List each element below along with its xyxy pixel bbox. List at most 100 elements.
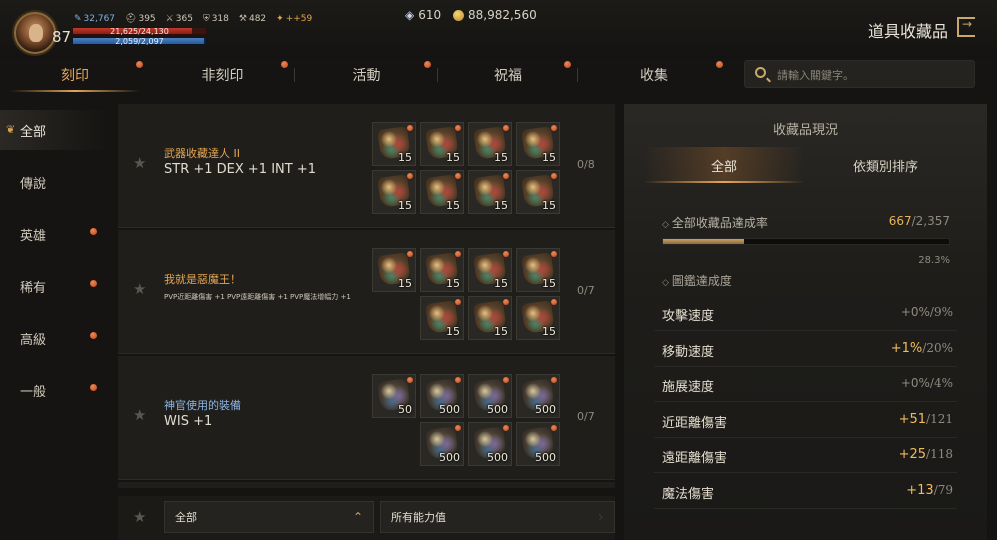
favorite-star-icon[interactable]: ★ bbox=[133, 280, 146, 298]
tab-4[interactable]: 祝福 bbox=[438, 58, 578, 92]
codex-stat-name: 魔法傷害 bbox=[662, 486, 715, 502]
collection-item-slot[interactable]: 15 bbox=[420, 122, 464, 166]
collection-row[interactable]: ★ 我就是惡魔王！ PVP近距離傷害 +1 PVP遠距離傷害 +1 PVP魔法增幅力… bbox=[118, 230, 615, 354]
codex-stat-max: /4% bbox=[929, 376, 953, 390]
exit-icon[interactable] bbox=[957, 17, 975, 37]
codex-stat-row: 魔法傷害 +13/79 bbox=[654, 474, 957, 509]
collection-item-slot[interactable]: 500 bbox=[516, 422, 560, 466]
status-tab-label: 依類別排序 bbox=[852, 159, 918, 175]
codex-stat-max: /79 bbox=[933, 482, 953, 497]
sword-icon: ⚔ bbox=[165, 14, 174, 24]
favorite-star-icon[interactable]: ★ bbox=[133, 154, 146, 172]
status-tab-all[interactable]: 全部 bbox=[644, 147, 804, 183]
notification-dot bbox=[281, 61, 288, 68]
collection-item-slot[interactable]: 15 bbox=[468, 122, 512, 166]
stat-item: ⚒ 482 bbox=[239, 14, 266, 24]
notification-dot bbox=[551, 173, 557, 179]
tab-5[interactable]: 收集 bbox=[578, 58, 730, 92]
sidebar-item-1[interactable]: ❦ 全部 bbox=[0, 110, 108, 150]
tab-2[interactable]: 非刻印 bbox=[150, 58, 295, 92]
grade-filter-dropdown[interactable]: 全部 ⌃ bbox=[164, 501, 374, 533]
item-count: 500 bbox=[439, 451, 460, 464]
tab-label: 非刻印 bbox=[201, 68, 244, 84]
collection-item-slot[interactable]: 15 bbox=[468, 170, 512, 214]
mp-text: 2,059/2,097 bbox=[115, 37, 164, 46]
favorite-star-icon[interactable]: ★ bbox=[133, 406, 146, 424]
helmet-icon: ⛑ bbox=[125, 14, 137, 24]
collection-item-slot[interactable]: 15 bbox=[420, 170, 464, 214]
codex-stat-row: 移動速度 +1%/20% bbox=[654, 332, 957, 367]
collection-item-slot[interactable]: 15 bbox=[372, 248, 416, 292]
collection-item-slot[interactable]: 15 bbox=[516, 170, 560, 214]
collection-row[interactable]: ★ 武器收藏達人 II STR +1 DEX +1 INT +1 0/8 15 15 15 1… bbox=[118, 104, 615, 228]
collection-item-slot[interactable]: 15 bbox=[372, 122, 416, 166]
sidebar-item-3[interactable]: 英雄 bbox=[0, 214, 108, 254]
codex-stat-current: +13 bbox=[906, 482, 934, 498]
status-tab-by-category[interactable]: 依類別排序 bbox=[804, 147, 967, 183]
sidebar-item-label: 一般 bbox=[20, 384, 47, 400]
notification-dot bbox=[564, 61, 571, 68]
sidebar-item-2[interactable]: 傳說 bbox=[0, 162, 108, 202]
sidebar-item-4[interactable]: 稀有 bbox=[0, 266, 108, 306]
character-portrait[interactable] bbox=[14, 12, 56, 54]
item-count: 15 bbox=[398, 151, 412, 164]
notification-dot bbox=[716, 61, 723, 68]
stat-value: 365 bbox=[175, 14, 193, 24]
search-box[interactable] bbox=[744, 60, 975, 88]
collection-progress: 0/7 bbox=[577, 410, 595, 423]
codex-stat-value: +51/121 bbox=[899, 412, 953, 427]
collection-item-slot[interactable]: 15 bbox=[372, 170, 416, 214]
grade-filter-value: 全部 bbox=[175, 511, 197, 524]
notification-dot bbox=[551, 125, 557, 131]
ability-filter-dropdown[interactable]: 所有能力值 › bbox=[380, 501, 615, 533]
collection-item-slot[interactable]: 500 bbox=[420, 374, 464, 418]
sidebar-item-5[interactable]: 高級 bbox=[0, 318, 108, 358]
collection-title: 我就是惡魔王！ bbox=[164, 273, 241, 286]
sidebar-item-6[interactable]: 一般 bbox=[0, 370, 108, 410]
notification-dot bbox=[455, 299, 461, 305]
collection-bonus: WIS +1 bbox=[164, 414, 213, 429]
collection-item-slot[interactable]: 15 bbox=[468, 296, 512, 340]
shield-icon: ⛨ bbox=[202, 14, 210, 24]
collection-item-slot[interactable]: 15 bbox=[516, 296, 560, 340]
collection-row-partial[interactable] bbox=[118, 482, 615, 488]
collection-item-slot[interactable]: 15 bbox=[420, 296, 464, 340]
chevron-up-icon: ⌃ bbox=[352, 510, 363, 524]
collection-item-slot[interactable]: 500 bbox=[516, 374, 560, 418]
codex-stat-name: 攻擊速度 bbox=[662, 309, 715, 324]
collection-item-slot[interactable]: 15 bbox=[468, 248, 512, 292]
codex-stat-current: +0% bbox=[900, 305, 930, 319]
collection-item-slot[interactable]: 500 bbox=[468, 422, 512, 466]
collection-item-slot[interactable]: 500 bbox=[420, 422, 464, 466]
search-input[interactable] bbox=[777, 65, 967, 85]
item-count: 500 bbox=[535, 403, 556, 416]
sidebar-item-label: 全部 bbox=[20, 124, 47, 140]
notification-dot bbox=[424, 61, 431, 68]
top-bar: 87 ✎ 32,767 ⛑ 395 ⚔ 365 ⛨ 318 ⚒ 482 ✦ ++59 21,625/2… bbox=[0, 0, 997, 58]
collection-list[interactable]: ★ 武器收藏達人 II STR +1 DEX +1 INT +1 0/8 15 15 15 1… bbox=[118, 104, 615, 488]
item-count: 15 bbox=[398, 199, 412, 212]
sidebar-item-label: 傳說 bbox=[20, 176, 47, 192]
notification-dot bbox=[136, 61, 143, 68]
collection-item-slot[interactable]: 50 bbox=[372, 374, 416, 418]
collection-item-slot[interactable]: 500 bbox=[468, 374, 512, 418]
completion-percent: 28.3% bbox=[918, 255, 950, 266]
stat-item: ⚔ 365 bbox=[166, 14, 193, 24]
page-title: 道具收藏品 bbox=[868, 22, 949, 41]
notification-dot bbox=[551, 425, 557, 431]
hp-bar: 21,625/24,130 bbox=[72, 27, 207, 36]
tab-3[interactable]: 活動 bbox=[295, 58, 438, 92]
collection-progress: 0/8 bbox=[577, 158, 595, 171]
notification-dot bbox=[90, 384, 97, 391]
collection-item-slot[interactable]: 15 bbox=[420, 248, 464, 292]
stat-item: ⛨ 318 bbox=[203, 14, 229, 24]
favorite-filter-icon[interactable]: ★ bbox=[133, 508, 146, 526]
item-count: 15 bbox=[542, 151, 556, 164]
item-count: 500 bbox=[535, 451, 556, 464]
stat-item: ✦ ++59 bbox=[276, 14, 312, 24]
collection-item-slot[interactable]: 15 bbox=[516, 248, 560, 292]
collection-row[interactable]: ★ 神官使用的裝備 WIS +1 0/7 50 500 500 500 500 500 500 bbox=[118, 356, 615, 480]
tab-1[interactable]: 刻印 bbox=[0, 58, 150, 92]
collection-item-slot[interactable]: 15 bbox=[516, 122, 560, 166]
notification-dot bbox=[503, 173, 509, 179]
